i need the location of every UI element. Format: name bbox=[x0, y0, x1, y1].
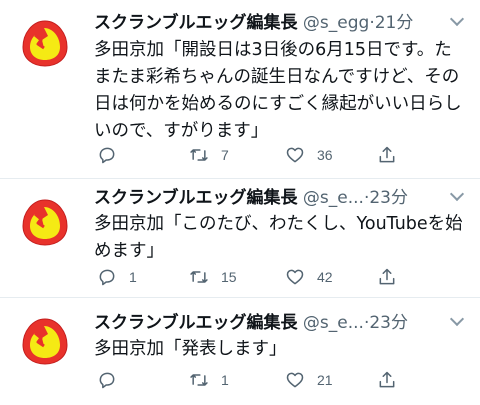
like-button[interactable]: 21 bbox=[285, 368, 333, 392]
egg-avatar-icon[interactable] bbox=[20, 197, 70, 247]
share-button[interactable] bbox=[377, 143, 397, 167]
tweet-actions: 1 15 42 bbox=[97, 265, 397, 289]
display-name[interactable]: スクランブルエッグ編集長 bbox=[94, 13, 298, 33]
tweet-actions: 7 36 bbox=[97, 143, 397, 167]
reply-button[interactable]: 1 bbox=[97, 265, 137, 289]
timestamp[interactable]: 23分 bbox=[369, 313, 408, 333]
retweet-button[interactable]: 15 bbox=[189, 265, 237, 289]
tweet-header: スクランブルエッグ編集長 @s_e...·23分 bbox=[94, 185, 472, 211]
tweet-text: 多田京加「このたび、わたくし、YouTubeを始めます」 bbox=[94, 214, 463, 261]
retweet-button[interactable]: 1 bbox=[189, 368, 229, 392]
reply-icon bbox=[99, 372, 115, 389]
share-button[interactable] bbox=[377, 265, 397, 289]
user-handle[interactable]: @s_e... bbox=[303, 313, 364, 333]
tweet[interactable]: スクランブルエッグ編集長 @s_e...·23分 多田京加「発表します」 1 2… bbox=[0, 298, 480, 405]
retweet-icon bbox=[190, 149, 208, 161]
tweet[interactable]: スクランブルエッグ編集長 @s_egg·21分 多田京加「開設日は3日後の6月1… bbox=[0, 0, 480, 178]
like-count: 21 bbox=[317, 372, 333, 388]
egg-avatar-icon[interactable] bbox=[20, 316, 70, 366]
like-icon bbox=[286, 269, 304, 285]
tweet-header: スクランブルエッグ編集長 @s_egg·21分 bbox=[94, 10, 472, 36]
egg-avatar-icon[interactable] bbox=[20, 18, 70, 68]
retweet-count: 15 bbox=[221, 269, 237, 285]
user-handle[interactable]: @s_egg bbox=[303, 13, 369, 33]
display-name[interactable]: スクランブルエッグ編集長 bbox=[94, 313, 298, 333]
retweet-icon bbox=[190, 271, 208, 283]
share-icon bbox=[379, 268, 395, 285]
reply-icon bbox=[99, 147, 115, 164]
user-handle[interactable]: @s_e... bbox=[303, 188, 364, 208]
share-button[interactable] bbox=[377, 368, 397, 392]
like-count: 36 bbox=[317, 147, 333, 163]
like-count: 42 bbox=[317, 269, 333, 285]
reply-button[interactable] bbox=[97, 368, 129, 392]
tweet-text: 多田京加「開設日は3日後の6月15日です。たまたま彩希ちゃんの誕生日なんですけど… bbox=[94, 40, 462, 141]
like-button[interactable]: 36 bbox=[285, 143, 333, 167]
timeline: スクランブルエッグ編集長 @s_egg·21分 多田京加「開設日は3日後の6月1… bbox=[0, 0, 480, 405]
reply-button[interactable] bbox=[97, 143, 129, 167]
tweet-header: スクランブルエッグ編集長 @s_e...·23分 bbox=[94, 310, 472, 336]
retweet-button[interactable]: 7 bbox=[189, 143, 229, 167]
timestamp[interactable]: 21分 bbox=[375, 13, 414, 33]
like-button[interactable]: 42 bbox=[285, 265, 333, 289]
share-icon bbox=[379, 146, 395, 163]
display-name[interactable]: スクランブルエッグ編集長 bbox=[94, 188, 298, 208]
retweet-icon bbox=[190, 374, 208, 386]
retweet-count: 1 bbox=[221, 372, 229, 388]
tweet-actions: 1 21 bbox=[97, 368, 397, 392]
reply-count: 1 bbox=[129, 269, 137, 285]
reply-icon bbox=[99, 269, 115, 286]
retweet-count: 7 bbox=[221, 147, 229, 163]
tweet[interactable]: スクランブルエッグ編集長 @s_e...·23分 多田京加「このたび、わたくし、… bbox=[0, 179, 480, 297]
tweet-text: 多田京加「発表します」 bbox=[94, 339, 287, 359]
share-icon bbox=[379, 371, 395, 388]
like-icon bbox=[286, 147, 304, 163]
like-icon bbox=[286, 372, 304, 388]
timestamp[interactable]: 23分 bbox=[369, 188, 408, 208]
